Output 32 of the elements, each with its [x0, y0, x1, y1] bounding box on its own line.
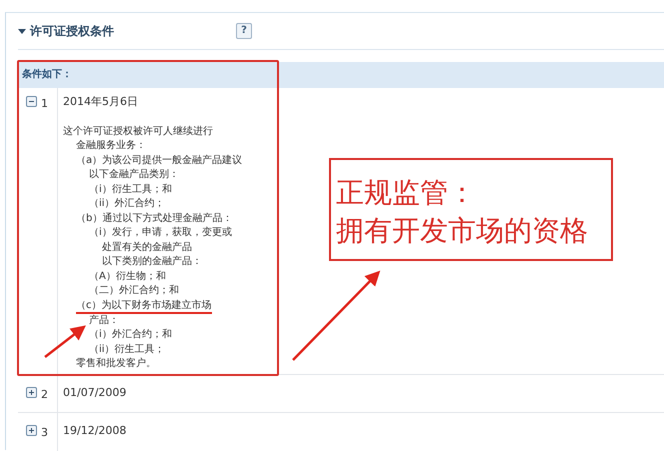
condition-line: （ii）衍生工具； [89, 344, 165, 354]
table-header: 条件如下： [18, 62, 664, 88]
condition-line: （a）为该公司提供一般金融产品建议 [76, 154, 242, 166]
arrow [44, 325, 86, 358]
condition-line: （c）为以下财务市场建立市场 [76, 298, 212, 314]
condition-line: 金融服务业务： [76, 140, 146, 151]
help-button[interactable]: ? [236, 23, 252, 39]
row-date: 2014年5月6日 [63, 94, 139, 110]
condition-line: 零售和批发客户。 [76, 358, 156, 369]
panel-title: 许可证授权条件 [30, 23, 114, 40]
condition-line: （A）衍生物；和 [89, 270, 166, 282]
condition-line: （ii）外汇合约； [89, 198, 165, 209]
condition-line: 产品： [89, 314, 119, 326]
row-number: 1 [41, 96, 48, 112]
row-number: 2 [41, 387, 48, 403]
row-number: 3 [41, 425, 48, 441]
condition-line: （i）外汇合约；和 [89, 329, 172, 340]
condition-line: （i）发行，申请，获取，变更或 [89, 227, 232, 238]
condition-line: 以下金融产品类别： [89, 169, 179, 180]
condition-line: （二）外汇合约；和 [89, 285, 179, 296]
expand-icon[interactable] [26, 387, 37, 398]
condition-line: （b）通过以下方式处理金融产品： [76, 212, 232, 224]
condition-line: 处置有关的金融产品 [102, 242, 192, 252]
callout-text: 正规监管： 拥有开发市场的资格 [329, 158, 613, 261]
condition-line: 这个许可证授权被许可人继续进行 [63, 126, 213, 136]
condition-line: 以下类别的金融产品： [102, 256, 202, 267]
row-date: 19/12/2008 [63, 423, 126, 439]
caret-icon[interactable] [18, 27, 26, 35]
collapse-icon[interactable] [26, 96, 37, 107]
condition-line: （i）衍生工具；和 [89, 184, 172, 194]
expand-icon[interactable] [26, 425, 37, 436]
row-date: 01/07/2009 [63, 385, 126, 401]
